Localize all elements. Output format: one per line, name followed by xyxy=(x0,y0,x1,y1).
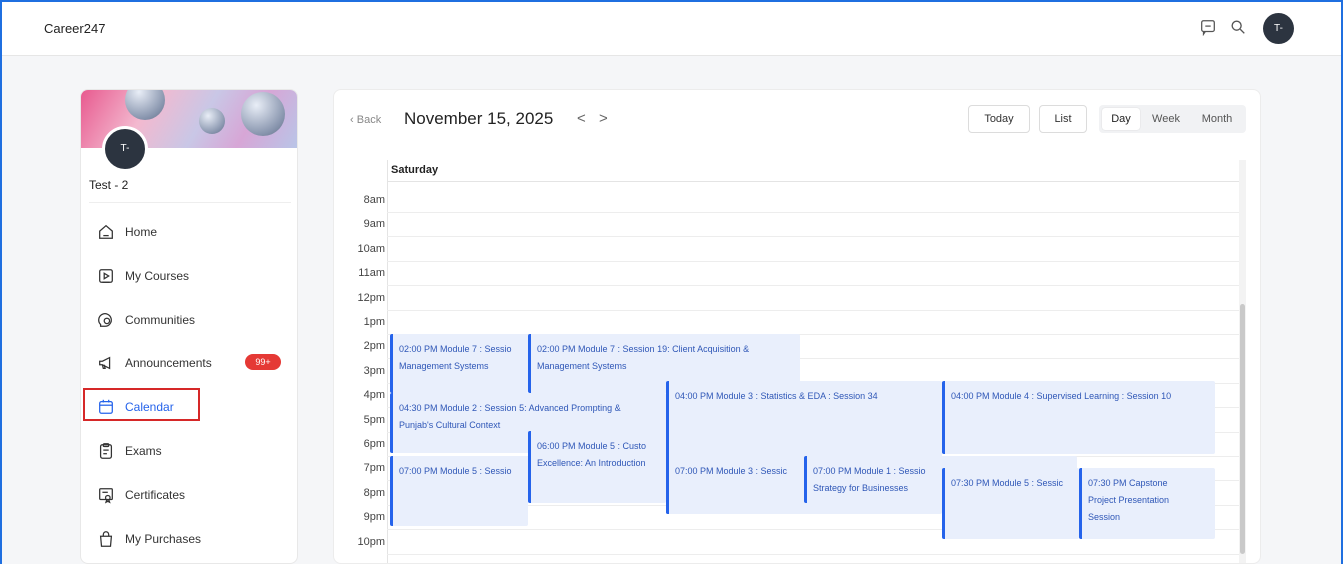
chat-icon[interactable] xyxy=(1199,18,1217,37)
cover-decoration xyxy=(199,108,225,134)
courses-icon xyxy=(99,269,113,283)
sidebar-item-certificates[interactable]: Certificates xyxy=(97,480,185,510)
hour-label: 4pm xyxy=(363,389,385,402)
time-column-divider xyxy=(387,160,388,563)
hour-label: 8am xyxy=(363,194,385,206)
header-divider xyxy=(387,181,1239,182)
view-day-tab[interactable]: Day xyxy=(1102,108,1140,130)
calendar-highlight-box xyxy=(83,388,200,421)
back-label: Back xyxy=(356,114,382,126)
hour-gridline xyxy=(387,285,1239,287)
event-title: 04:00 PM Module 3 : Statistics & EDA : S… xyxy=(675,391,878,401)
today-button[interactable]: Today xyxy=(968,105,1030,133)
sidebar-item-my-courses[interactable]: My Courses xyxy=(97,261,189,291)
event-subtitle: Project Presentation xyxy=(1088,495,1170,505)
megaphone-icon xyxy=(99,356,111,370)
event-title: 07:00 PM Module 3 : Sessic xyxy=(675,466,788,476)
date-title: November 15, 2025 xyxy=(404,109,554,128)
sidebar-item-label: Announcements xyxy=(125,356,212,370)
hour-label: 3pm xyxy=(363,364,385,377)
calendar-event[interactable]: 06:00 PM Module 5 : Custo Excellence: An… xyxy=(528,431,666,503)
communities-icon xyxy=(98,313,112,327)
next-day-button[interactable]: > xyxy=(599,110,608,127)
home-icon xyxy=(99,224,113,239)
brand-logo[interactable]: Career247 xyxy=(44,21,105,36)
search-icon[interactable] xyxy=(1229,18,1247,36)
calendar-event[interactable]: 02:00 PM Module 7 : Sessio Management Sy… xyxy=(390,334,528,393)
day-column-header: Saturday xyxy=(391,164,439,176)
sidebar-item-announcements[interactable]: Announcements xyxy=(97,348,212,378)
hour-gridline xyxy=(387,553,1239,555)
hour-label: 5pm xyxy=(363,413,385,426)
sidebar-item-label: Communities xyxy=(125,313,196,327)
calendar-panel: ‹ Back November 15, 2025 < > Today List … xyxy=(333,89,1261,564)
view-week-tab[interactable]: Week xyxy=(1143,108,1189,130)
user-avatar[interactable]: T- xyxy=(1263,13,1294,44)
hour-label: 7pm xyxy=(363,462,385,475)
calendar-event[interactable]: 07:30 PM Capstone Project Presentation S… xyxy=(1079,468,1215,539)
sidebar-item-exams[interactable]: Exams xyxy=(97,436,162,466)
back-button[interactable]: ‹ Back xyxy=(350,114,381,126)
event-title: 04:30 PM Module 2 : Session 5: Advanced … xyxy=(399,403,621,413)
hour-gridline xyxy=(387,212,1239,213)
hour-label: 1pm xyxy=(363,316,385,328)
sidebar-item-home[interactable]: Home xyxy=(97,217,157,247)
event-subtitle: Management Systems xyxy=(399,361,489,371)
hour-gridline xyxy=(387,236,1239,238)
certificate-icon xyxy=(99,488,113,504)
hour-label: 12pm xyxy=(357,291,385,304)
hour-label: 9am xyxy=(363,218,385,231)
sidebar: T- Test - 2 Home My Courses Communities … xyxy=(80,89,298,564)
sidebar-item-label: My Purchases xyxy=(125,532,202,546)
event-subtitle: Session xyxy=(1088,512,1121,522)
event-title: 04:00 PM Module 4 : Supervised Learning … xyxy=(951,391,1172,401)
hour-label: 2pm xyxy=(363,340,385,353)
event-title: 06:00 PM Module 5 : Custo xyxy=(537,441,647,451)
sidebar-item-communities[interactable]: Communities xyxy=(97,305,195,335)
sidebar-item-my-purchases[interactable]: My Purchases xyxy=(97,524,201,554)
prev-day-button[interactable]: < xyxy=(577,110,586,127)
calendar-event[interactable]: 07:00 PM Module 3 : Sessic xyxy=(666,456,804,514)
sidebar-item-label: Home xyxy=(125,225,158,239)
sidebar-item-label: Exams xyxy=(125,444,162,458)
hour-label: 10pm xyxy=(357,535,385,548)
list-button[interactable]: List xyxy=(1039,105,1087,133)
event-subtitle: Excellence: An Introduction xyxy=(537,458,646,468)
event-title: 02:00 PM Module 7 : Sessio xyxy=(399,344,512,354)
view-month-tab[interactable]: Month xyxy=(1191,108,1243,130)
hour-label: 8pm xyxy=(363,486,385,499)
view-switcher: Day Week Month xyxy=(1099,105,1246,133)
hour-label: 11am xyxy=(358,267,385,280)
profile-name: Test - 2 xyxy=(89,178,129,192)
top-bar: Career247 T- xyxy=(0,0,1343,56)
hour-label: 10am xyxy=(357,242,385,255)
cover-decoration xyxy=(125,90,165,120)
event-title: 07:30 PM Capstone xyxy=(1088,478,1168,488)
calendar-event[interactable]: 07:30 PM Module 5 : Sessic xyxy=(942,468,1079,539)
divider xyxy=(89,202,291,203)
hour-label: 9pm xyxy=(363,511,385,524)
exams-icon xyxy=(99,443,113,459)
sidebar-item-label: Certificates xyxy=(125,488,186,502)
hour-gridline xyxy=(387,260,1239,262)
bag-icon xyxy=(99,531,113,547)
hour-gridline xyxy=(387,309,1239,311)
calendar-event[interactable]: 04:00 PM Module 4 : Supervised Learning … xyxy=(942,381,1215,454)
event-subtitle: Management Systems xyxy=(537,361,627,371)
event-title: 07:30 PM Module 5 : Sessic xyxy=(951,478,1064,488)
profile-avatar[interactable]: T- xyxy=(102,126,148,172)
sidebar-item-label: My Courses xyxy=(125,269,190,283)
announcements-badge: 99+ xyxy=(245,354,281,370)
scrollbar-thumb[interactable] xyxy=(1240,304,1245,554)
cover-decoration xyxy=(241,92,285,136)
event-title: 07:00 PM Module 5 : Sessio xyxy=(399,466,512,476)
event-title: 02:00 PM Module 7 : Session 19: Client A… xyxy=(537,344,750,354)
hour-label: 6pm xyxy=(363,438,385,450)
calendar-event[interactable]: 07:00 PM Module 5 : Sessio xyxy=(390,456,528,526)
